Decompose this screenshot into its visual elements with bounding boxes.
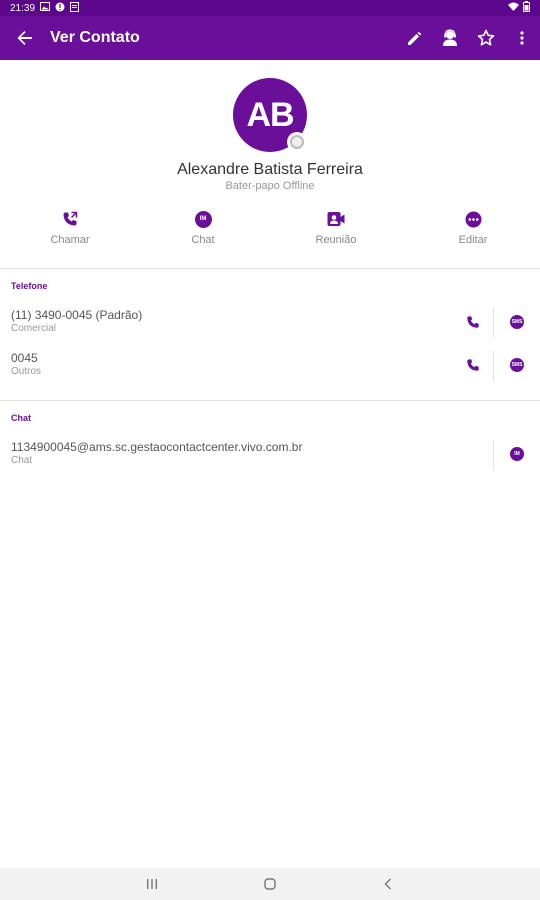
edit-button[interactable]	[396, 16, 432, 60]
back-nav-button[interactable]	[368, 868, 408, 900]
contact-status: Bater-papo Offline	[225, 180, 315, 192]
more-vert-icon	[520, 31, 524, 45]
app-bar: Ver Contato	[0, 16, 540, 60]
start-chat-button[interactable]: IM	[508, 444, 526, 464]
section-title-chat: Chat	[11, 413, 31, 423]
sms-phone-button[interactable]: SMS	[508, 312, 526, 332]
agent-icon	[443, 29, 457, 46]
page-title: Ver Contato	[50, 29, 140, 46]
phone-transfer-icon	[61, 210, 79, 228]
more-horiz-icon	[464, 210, 482, 228]
arrow-left-icon	[17, 31, 32, 45]
more-options-button[interactable]	[504, 16, 540, 60]
action-separator	[493, 351, 494, 381]
edit-action-label: Editar	[458, 234, 488, 246]
sms-icon: SMS	[510, 315, 524, 329]
divider	[0, 268, 540, 269]
edit-action[interactable]: Editar	[428, 210, 518, 246]
call-action[interactable]: Chamar	[25, 210, 115, 246]
divider	[0, 400, 540, 401]
im-chat-icon: IM	[194, 210, 212, 228]
wifi-icon	[508, 2, 519, 14]
phone-icon	[467, 359, 479, 371]
phone-type: Comercial	[11, 323, 57, 334]
chat-type: Chat	[11, 455, 33, 466]
phone-row[interactable]: (11) 3490-0045 (Padrão) Comercial SMS	[0, 308, 540, 348]
contact-name: Alexandre Batista Ferreira	[177, 161, 363, 178]
meeting-action-label: Reunião	[315, 234, 357, 246]
phone-number: 0045	[11, 351, 38, 365]
app-notification-icon	[70, 1, 80, 15]
agent-button[interactable]	[432, 16, 468, 60]
chat-row[interactable]: 1134900045@ams.sc.gestaocontactcenter.vi…	[0, 440, 540, 480]
home-icon	[264, 878, 276, 890]
back-button[interactable]	[0, 16, 50, 60]
call-phone-button[interactable]	[464, 355, 482, 375]
phone-number: (11) 3490-0045 (Padrão)	[11, 308, 143, 322]
im-chat-icon: IM	[510, 447, 524, 461]
meeting-icon	[327, 210, 345, 228]
recent-apps-icon	[147, 879, 157, 889]
presence-offline-icon	[287, 132, 307, 152]
chevron-left-icon	[384, 878, 391, 890]
image-notification-icon	[40, 2, 51, 14]
call-phone-button[interactable]	[464, 312, 482, 332]
star-icon	[477, 29, 495, 46]
meeting-action[interactable]: Reunião	[291, 210, 381, 246]
home-button[interactable]	[250, 868, 290, 900]
chat-action[interactable]: IM Chat	[158, 210, 248, 246]
favorite-button[interactable]	[468, 16, 504, 60]
phone-icon	[467, 316, 479, 328]
action-separator	[493, 440, 494, 470]
status-bar: 21:39	[0, 0, 540, 16]
alert-notification-icon	[55, 2, 65, 15]
status-time: 21:39	[10, 2, 36, 14]
sms-phone-button[interactable]: SMS	[508, 355, 526, 375]
chat-address: 1134900045@ams.sc.gestaocontactcenter.vi…	[11, 440, 303, 454]
action-separator	[493, 308, 494, 338]
sms-icon: SMS	[510, 358, 524, 372]
battery-icon	[523, 1, 530, 15]
recent-apps-button[interactable]	[132, 868, 172, 900]
phone-row[interactable]: 0045 Outros SMS	[0, 351, 540, 391]
section-title-phone: Telefone	[11, 281, 48, 291]
phone-type: Outros	[11, 366, 42, 377]
chat-action-label: Chat	[191, 234, 215, 246]
pencil-icon	[407, 31, 421, 45]
call-action-label: Chamar	[50, 234, 90, 246]
system-nav-bar	[0, 868, 540, 900]
quick-actions: Chamar IM Chat Reunião Editar	[0, 210, 540, 260]
